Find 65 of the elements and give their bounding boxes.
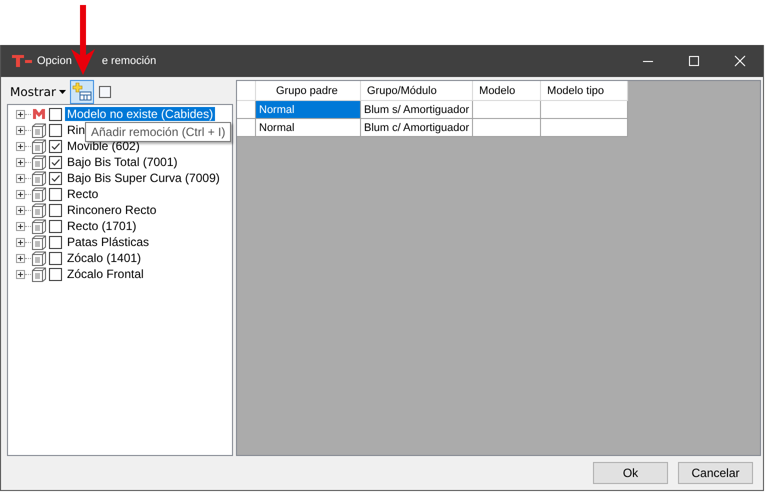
table-cell: Blum c/ Amortiguador bbox=[360, 118, 473, 136]
checkbox[interactable] bbox=[49, 156, 62, 168]
column-header[interactable]: Grupo/Módulo bbox=[360, 81, 473, 100]
checkbox[interactable] bbox=[49, 188, 62, 200]
show-dropdown[interactable]: Mostrar bbox=[7, 85, 59, 99]
tree-item[interactable]: Rin bbox=[65, 123, 88, 137]
table-cell: Normal bbox=[256, 100, 360, 118]
tree-item[interactable]: Rinconero Recto bbox=[65, 203, 158, 217]
ok-button[interactable]: Ok bbox=[593, 462, 668, 484]
cube-icon bbox=[31, 186, 47, 202]
window-title: Opcion bbox=[37, 55, 72, 67]
tree-item[interactable]: Bajo Bis Super Curva (7009) bbox=[65, 171, 222, 185]
cube-icon bbox=[31, 122, 47, 138]
column-header[interactable]: Modelo tipo bbox=[540, 81, 628, 100]
table-cell bbox=[472, 100, 541, 118]
table-cell bbox=[472, 118, 541, 136]
checkbox[interactable] bbox=[49, 268, 62, 280]
tree-item[interactable]: Zócalo (1401) bbox=[65, 251, 144, 265]
maximize-icon bbox=[688, 55, 700, 67]
table-cell: Normal bbox=[256, 118, 360, 136]
add-removal-icon[interactable] bbox=[70, 80, 94, 104]
column-header[interactable]: Modelo bbox=[472, 81, 541, 100]
expand-icon[interactable] bbox=[16, 110, 25, 118]
m-letter-icon bbox=[31, 108, 47, 120]
checkbox[interactable] bbox=[49, 204, 62, 216]
cancel-button[interactable]: Cancelar bbox=[678, 462, 753, 484]
tree-item[interactable]: Recto bbox=[65, 187, 100, 201]
checkbox[interactable] bbox=[49, 124, 62, 136]
close-icon bbox=[734, 55, 746, 67]
cube-icon bbox=[31, 138, 47, 154]
expand-icon[interactable] bbox=[16, 142, 25, 150]
checkbox[interactable] bbox=[49, 140, 62, 152]
tree-item[interactable]: Modelo no existe (Cabides) bbox=[65, 107, 216, 121]
cube-icon bbox=[31, 218, 47, 234]
checkbox[interactable] bbox=[49, 108, 62, 120]
expand-icon[interactable] bbox=[16, 190, 25, 198]
expand-icon[interactable] bbox=[16, 270, 25, 278]
expand-icon[interactable] bbox=[16, 158, 25, 166]
app-logo-icon bbox=[11, 54, 33, 68]
expand-icon[interactable] bbox=[16, 222, 25, 230]
caret-icon bbox=[58, 90, 66, 94]
expand-icon[interactable] bbox=[16, 206, 25, 214]
pointer-arrow bbox=[70, 5, 96, 77]
tree-item[interactable]: Recto (1701) bbox=[65, 219, 138, 233]
checkbox[interactable] bbox=[49, 252, 62, 264]
cube-icon bbox=[31, 266, 47, 282]
cube-icon bbox=[31, 234, 47, 250]
expand-icon[interactable] bbox=[16, 254, 25, 262]
tree-item[interactable]: Patas Plásticas bbox=[65, 235, 152, 249]
expand-icon[interactable] bbox=[16, 126, 25, 134]
table-cell: Blum s/ Amortiguador bbox=[360, 100, 473, 118]
cube-icon bbox=[31, 202, 47, 218]
expand-icon[interactable] bbox=[16, 174, 25, 182]
checkbox[interactable] bbox=[49, 236, 62, 248]
checkbox[interactable] bbox=[49, 172, 62, 184]
tree-item[interactable]: Zócalo Frontal bbox=[65, 267, 146, 281]
tree-item[interactable]: Bajo Bis Total (7001) bbox=[65, 155, 180, 169]
expand-icon[interactable] bbox=[16, 238, 25, 246]
cube-icon bbox=[31, 170, 47, 186]
tree-item[interactable]: Movible (602) bbox=[65, 139, 142, 153]
cube-icon bbox=[31, 154, 47, 170]
window-title: e remoción bbox=[102, 55, 156, 67]
checkbox[interactable] bbox=[49, 220, 62, 232]
cube-icon bbox=[31, 250, 47, 266]
tooltip: Añadir remoción (Ctrl + I) bbox=[85, 122, 232, 142]
